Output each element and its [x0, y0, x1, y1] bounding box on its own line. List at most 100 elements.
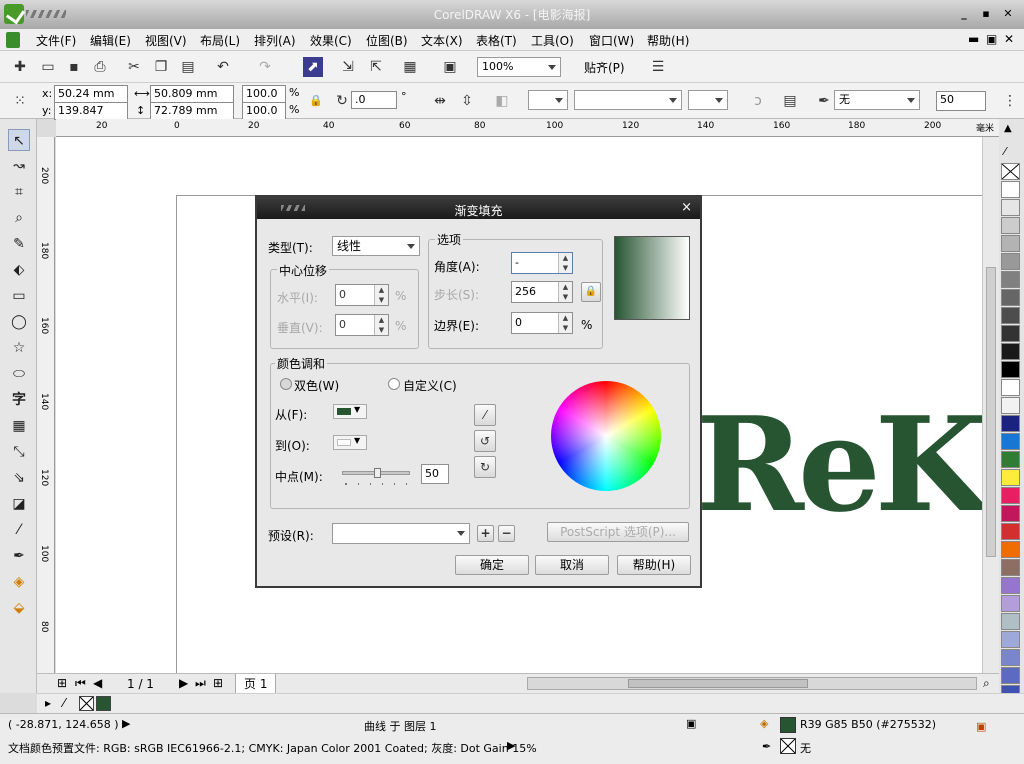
palette-swatch[interactable]: [1001, 289, 1020, 306]
from-color-picker[interactable]: ▼: [333, 404, 367, 419]
palette-swatch[interactable]: [1001, 667, 1020, 684]
palette-swatch[interactable]: [1001, 343, 1020, 360]
palette-swatch[interactable]: [1001, 541, 1020, 558]
drop-shadow-icon[interactable]: ◪: [8, 493, 30, 515]
table-tool-icon[interactable]: ▦: [8, 415, 30, 437]
angle-value[interactable]: -: [515, 256, 519, 269]
search-content-icon[interactable]: ⬈: [303, 57, 323, 77]
palette-swatch[interactable]: [1001, 397, 1020, 414]
prev-page-icon[interactable]: ◀: [93, 676, 102, 690]
rotation-field[interactable]: .0: [351, 91, 397, 109]
options-icon[interactable]: ☰: [648, 57, 668, 77]
navigator-zoom-icon[interactable]: ⌕: [983, 676, 990, 691]
undo-icon[interactable]: ↶: [213, 57, 233, 77]
height-field[interactable]: 72.789 mm: [150, 102, 234, 120]
copy-icon[interactable]: ❐: [151, 57, 171, 77]
postscript-options-button[interactable]: PostScript 选项(P)...: [547, 522, 689, 542]
text-tool-icon[interactable]: 字: [8, 389, 30, 411]
no-color-swatch[interactable]: [1001, 163, 1020, 180]
remove-preset-icon[interactable]: −: [498, 525, 515, 542]
add-preset-icon[interactable]: +: [477, 525, 494, 542]
zoom-tool-icon[interactable]: ⌕: [8, 207, 30, 229]
counterclockwise-blend-icon[interactable]: ↺: [474, 430, 496, 452]
scale-width-field[interactable]: 100.0: [242, 85, 286, 103]
crop-tool-icon[interactable]: ⌗: [8, 181, 30, 203]
spin-arrows-icon[interactable]: ▲ ▼: [558, 253, 572, 273]
y-position-field[interactable]: 139.847 mm: [54, 102, 128, 133]
save-icon[interactable]: ▪: [64, 57, 84, 77]
shape-tool-icon[interactable]: ↝: [8, 155, 30, 177]
doc-eyedropper-icon[interactable]: ⁄: [63, 696, 65, 710]
menu-tools[interactable]: 工具(O): [531, 32, 574, 49]
color-wheel[interactable]: [551, 381, 661, 491]
palette-swatch[interactable]: [1001, 523, 1020, 540]
angle-spin[interactable]: - ▲ ▼: [511, 252, 573, 274]
doc-no-color-swatch[interactable]: [79, 696, 94, 711]
presets-select[interactable]: [332, 523, 470, 544]
palette-swatch[interactable]: [1001, 649, 1020, 666]
to-color-picker[interactable]: ▼: [333, 435, 367, 450]
palette-swatch[interactable]: [1001, 415, 1020, 432]
help-button[interactable]: 帮助(H): [617, 555, 691, 575]
width-field[interactable]: 50.809 mm: [150, 85, 234, 103]
export-icon[interactable]: ⇱: [366, 57, 386, 77]
menu-table[interactable]: 表格(T): [476, 32, 517, 49]
palette-swatch[interactable]: [1001, 559, 1020, 576]
palette-swatch[interactable]: [1001, 613, 1020, 630]
palette-swatch[interactable]: [1001, 235, 1020, 252]
menu-bitmaps[interactable]: 位图(B): [366, 32, 408, 49]
trim-value-field[interactable]: 50: [936, 91, 986, 111]
dialog-close-button[interactable]: ×: [681, 200, 692, 215]
mirror-vertical-icon[interactable]: ⇳: [457, 91, 477, 111]
fill-tool-icon[interactable]: ◈: [8, 571, 30, 593]
palette-swatch[interactable]: [1001, 487, 1020, 504]
palette-swatch[interactable]: [1001, 271, 1020, 288]
spin-arrows-icon[interactable]: ▲ ▼: [558, 313, 572, 333]
scale-height-field[interactable]: 100.0: [242, 102, 286, 120]
next-page-icon[interactable]: ▶: [179, 676, 188, 690]
open-icon[interactable]: ▭: [38, 57, 58, 77]
palette-swatch[interactable]: [1001, 379, 1020, 396]
palette-swatch[interactable]: [1001, 451, 1020, 468]
paste-icon[interactable]: ▤: [178, 57, 198, 77]
print-icon[interactable]: ⎙: [90, 57, 110, 77]
snap-to-button[interactable]: 贴齐(P): [584, 59, 625, 76]
add-page-before-icon[interactable]: ⊞: [57, 676, 67, 690]
import-icon[interactable]: ⇲: [338, 57, 358, 77]
menu-text[interactable]: 文本(X): [421, 32, 463, 49]
close-button[interactable]: ✕: [1000, 6, 1016, 21]
outline-width-select[interactable]: 无: [834, 90, 920, 110]
status-expand-icon[interactable]: ▶: [122, 717, 130, 730]
palette-swatch[interactable]: [1001, 181, 1020, 198]
cancel-button[interactable]: 取消: [535, 555, 609, 575]
line-style-select[interactable]: [574, 90, 682, 110]
menu-window[interactable]: 窗口(W): [589, 32, 634, 49]
page-tab[interactable]: 页 1: [235, 674, 277, 694]
horizontal-spin[interactable]: 0 ▲ ▼: [335, 284, 389, 306]
horizontal-scroll-thumb[interactable]: [628, 679, 808, 688]
lock-ratio-icon[interactable]: 🔒: [306, 91, 326, 111]
end-arrow-select[interactable]: [688, 90, 728, 110]
doc-color-swatch[interactable]: [96, 696, 111, 711]
palette-swatch[interactable]: [1001, 595, 1020, 612]
fill-style-select[interactable]: [528, 90, 568, 110]
menu-edit[interactable]: 编辑(E): [90, 32, 131, 49]
polygon-tool-icon[interactable]: ☆: [8, 337, 30, 359]
doc-restore-button[interactable]: ▣: [986, 32, 997, 46]
minimize-button[interactable]: _: [956, 6, 972, 21]
wrap-paragraph-icon[interactable]: ▤: [780, 91, 800, 111]
freehand-tool-icon[interactable]: ✎: [8, 233, 30, 255]
scroll-thumb[interactable]: [986, 267, 996, 557]
dimension-tool-icon[interactable]: ⤡: [8, 441, 30, 463]
eyedropper-icon[interactable]: ⁄: [8, 519, 30, 541]
fill-color-swatch[interactable]: [780, 717, 796, 733]
palette-swatch[interactable]: [1001, 505, 1020, 522]
palette-swatch[interactable]: [1001, 433, 1020, 450]
add-page-after-icon[interactable]: ⊞: [213, 676, 223, 690]
pick-tool-icon[interactable]: ↖: [8, 129, 30, 151]
palette-swatch[interactable]: [1001, 253, 1020, 270]
palette-swatch[interactable]: [1001, 469, 1020, 486]
publish-pdf-icon[interactable]: ▦: [400, 57, 420, 77]
profile-expand-icon[interactable]: ▶: [507, 739, 515, 752]
rectangle-tool-icon[interactable]: ▭: [8, 285, 30, 307]
